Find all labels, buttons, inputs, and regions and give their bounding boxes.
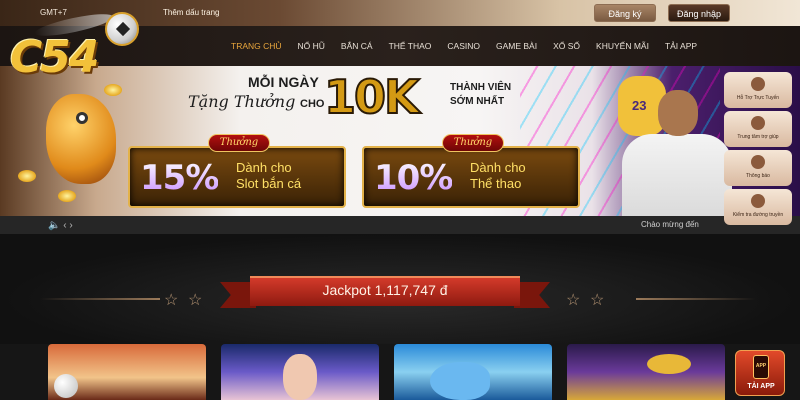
- side-widget-label: Hỗ Trợ Trực Tuyến: [736, 95, 780, 101]
- speaker-icon: 🔈 ‹ ›: [48, 220, 73, 231]
- nav-item[interactable]: TẢI APP: [657, 26, 705, 66]
- star-icon: ☆: [590, 292, 605, 309]
- site-logo[interactable]: C54: [4, 4, 144, 104]
- announcement-bar: 🔈 ‹ › Chào mừng đến: [0, 216, 800, 234]
- jackpot-label: Jackpot: [322, 282, 371, 298]
- page-root: GMT+7 Thêm dấu trang Đăng ký Đăng nhập C…: [0, 0, 800, 400]
- bookmark-link[interactable]: Thêm dấu trang: [163, 8, 219, 17]
- athlete-image: 23: [600, 76, 732, 216]
- game-list: [48, 344, 728, 400]
- logo-text: C54: [10, 32, 100, 83]
- football-icon: [54, 374, 78, 398]
- promo-line-members: THÀNH VIÊN: [450, 82, 512, 93]
- game-card-fishing[interactable]: [394, 344, 552, 400]
- jackpot-ribbon: Jackpot 1,117,747 đ: [220, 276, 550, 310]
- promo-desc: Dành cho Slot bắn cá: [236, 160, 301, 192]
- game-card-casino[interactable]: [221, 344, 379, 400]
- jackpot-amount: 1,117,747 đ: [374, 282, 448, 298]
- promo-tag: Thưởng: [208, 134, 270, 152]
- network-icon: [751, 194, 765, 208]
- side-widget-item[interactable]: Kiểm tra đường truyền: [724, 189, 792, 225]
- soccer-ball-icon: [105, 12, 139, 46]
- promo-line-earliest: SỚM NHẤT: [450, 96, 505, 107]
- divider-right: [636, 298, 756, 300]
- nav-item[interactable]: CASINO: [439, 26, 488, 66]
- side-widget-item[interactable]: Thông báo: [724, 150, 792, 186]
- promo-line-daily: MỖI NGÀY: [248, 74, 319, 90]
- nav-item[interactable]: KHUYẾN MÃI: [588, 26, 657, 66]
- chat-icon: [751, 77, 765, 91]
- download-app-label: TẢI APP: [747, 383, 775, 390]
- promo-desc-line2: Slot bắn cá: [236, 176, 302, 191]
- bell-icon: [751, 155, 765, 169]
- promo-line-gift: Tặng Thưởng: [188, 92, 296, 111]
- star-icon: ☆: [188, 292, 203, 309]
- promo-card-slots[interactable]: Thưởng 15% Dành cho Slot bắn cá: [128, 134, 346, 208]
- jersey-number: 23: [632, 98, 647, 113]
- side-widget-item[interactable]: Hỗ Trợ Trực Tuyến: [724, 72, 792, 108]
- side-widget-label: Thông báo: [746, 173, 770, 179]
- promo-headline: MỖI NGÀY Tặng Thưởng CHO 10K THÀNH VIÊN …: [188, 68, 518, 136]
- download-app-button[interactable]: APP TẢI APP: [735, 350, 785, 396]
- register-button[interactable]: Đăng ký: [594, 4, 656, 22]
- jackpot-text: Jackpot 1,117,747 đ: [250, 282, 520, 298]
- promo-desc-line1: Dành cho: [470, 160, 526, 175]
- lamp-icon: [647, 354, 691, 374]
- announcement-text: Chào mừng đến: [641, 220, 699, 229]
- star-icon: ☆: [164, 292, 179, 309]
- nav-item[interactable]: GAME BÀI: [488, 26, 545, 66]
- dealer-icon: [283, 354, 317, 400]
- divider-left: [40, 298, 160, 300]
- side-widget: Hỗ Trợ Trực Tuyến Trung tâm trợ giúp Thông…: [724, 72, 792, 228]
- promo-percent: 10%: [374, 158, 453, 198]
- promo-line-for: CHO: [300, 98, 325, 110]
- promo-tag: Thưởng: [442, 134, 504, 152]
- promo-desc-line1: Dành cho: [236, 160, 292, 175]
- star-icon: ☆: [566, 292, 581, 309]
- promo-percent: 15%: [140, 158, 219, 198]
- nav-item[interactable]: NỔ HŨ: [290, 26, 333, 66]
- jackpot-section: ☆ ☆ Jackpot 1,117,747 đ ☆ ☆: [0, 234, 800, 344]
- nav-items: TRANG CHỦ NỔ HŨ BẮN CÁ THỂ THAO CASINO GAME B…: [223, 26, 705, 66]
- nav-item[interactable]: BẮN CÁ: [333, 26, 381, 66]
- game-card-sports[interactable]: [48, 344, 206, 400]
- nav-item[interactable]: XỔ SỐ: [545, 26, 588, 66]
- game-card-slots[interactable]: [567, 344, 725, 400]
- promo-card-sports[interactable]: Thưởng 10% Dành cho Thể thao: [362, 134, 580, 208]
- help-book-icon: [751, 116, 765, 130]
- promo-desc-line2: Thể thao: [470, 176, 522, 191]
- promo-amount: 10K: [323, 69, 421, 125]
- side-widget-label: Trung tâm trợ giúp: [737, 134, 779, 140]
- side-widget-label: Kiểm tra đường truyền: [732, 212, 784, 218]
- phone-icon: APP: [753, 355, 769, 379]
- login-button[interactable]: Đăng nhập: [668, 4, 730, 22]
- side-widget-item[interactable]: Trung tâm trợ giúp: [724, 111, 792, 147]
- nav-item[interactable]: TRANG CHỦ: [223, 26, 290, 66]
- nav-item[interactable]: THỂ THAO: [381, 26, 440, 66]
- promo-desc: Dành cho Thể thao: [470, 160, 526, 192]
- app-text: APP: [755, 363, 767, 369]
- fish-icon: [430, 362, 490, 400]
